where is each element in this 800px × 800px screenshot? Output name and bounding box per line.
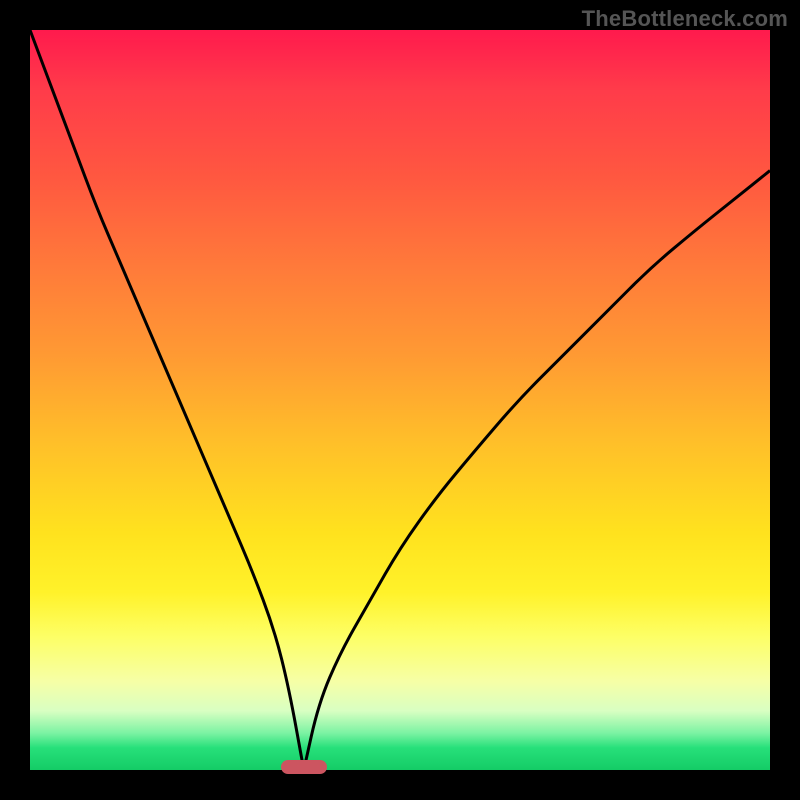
bottleneck-curve bbox=[30, 30, 770, 770]
chart-frame: TheBottleneck.com bbox=[0, 0, 800, 800]
curve-path bbox=[30, 30, 770, 770]
plot-area bbox=[30, 30, 770, 770]
watermark-text: TheBottleneck.com bbox=[582, 6, 788, 32]
minimum-marker bbox=[281, 760, 327, 774]
